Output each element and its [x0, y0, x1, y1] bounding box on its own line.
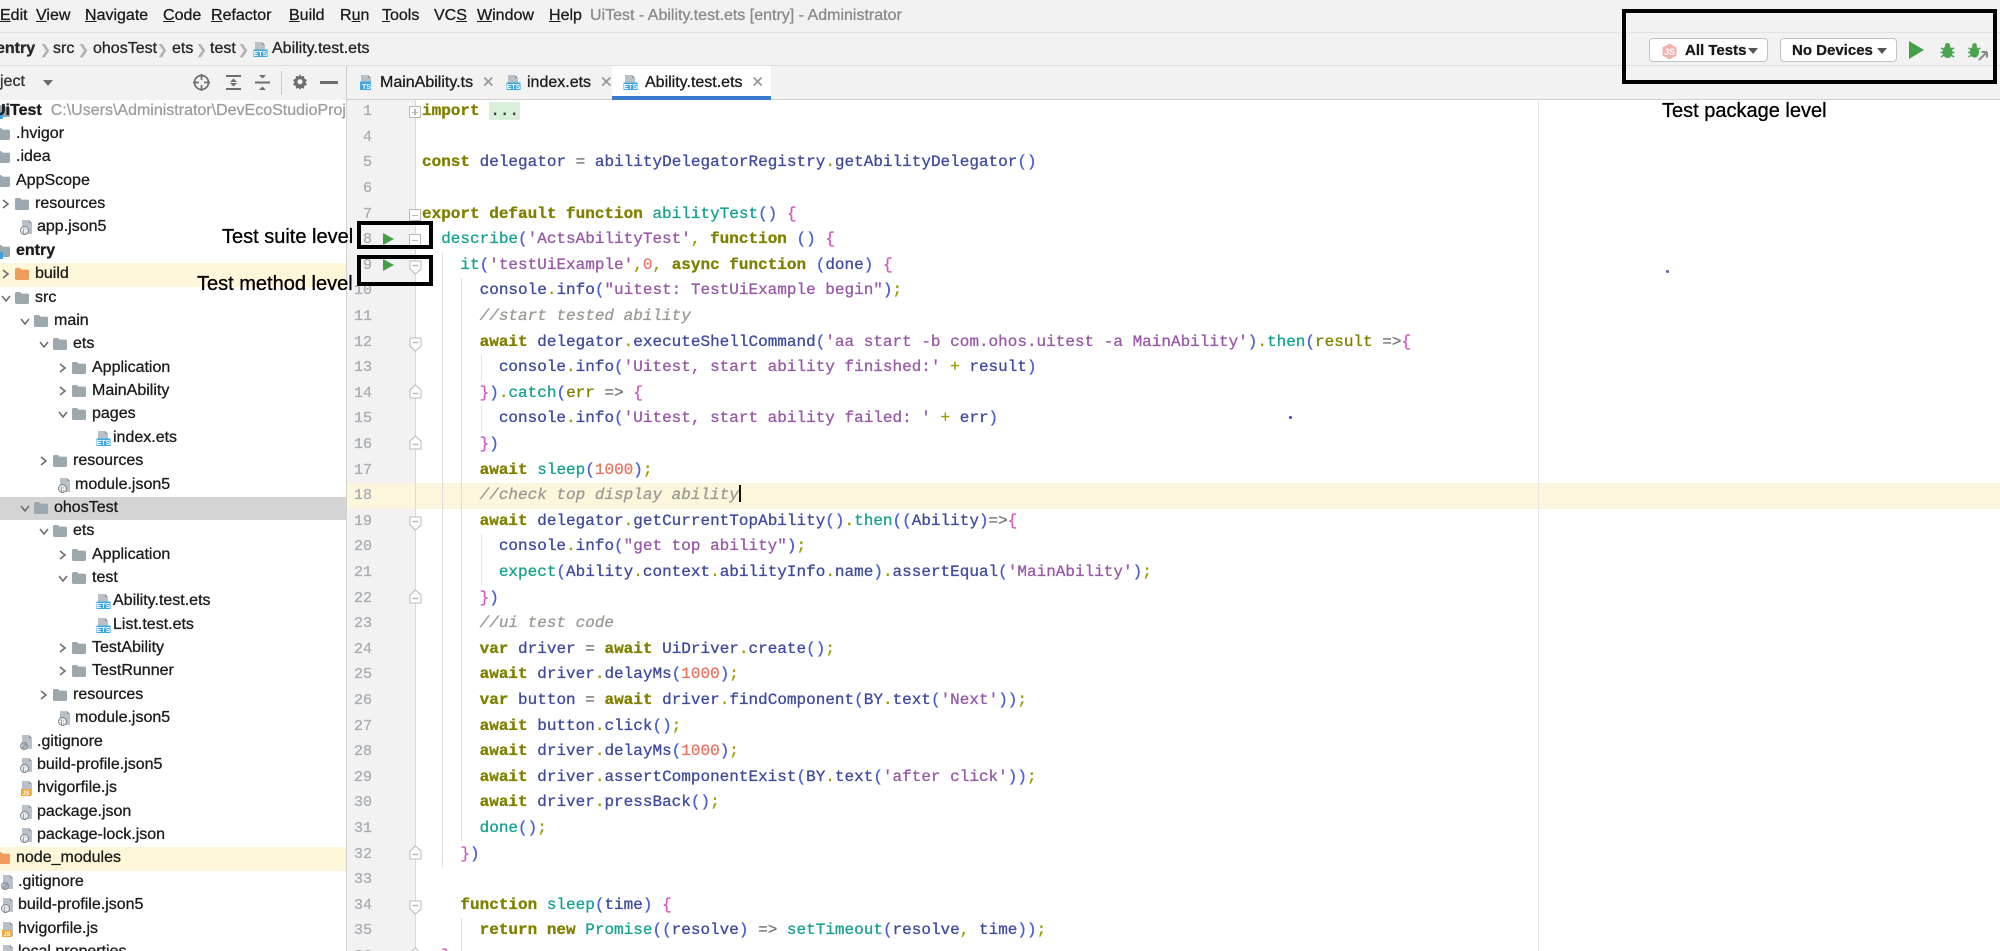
- svg-text:JS: JS: [1664, 47, 1675, 57]
- svg-text:TS: TS: [362, 84, 371, 90]
- svg-text:ETS: ETS: [97, 440, 111, 446]
- svg-text:{;: {;: [61, 486, 65, 493]
- svg-text:ETS: ETS: [624, 84, 638, 90]
- svg-text:{;: {;: [23, 836, 27, 843]
- svg-text:ETS: ETS: [507, 84, 521, 90]
- svg-text:JS: JS: [3, 932, 10, 937]
- svg-text:ETS: ETS: [97, 603, 111, 609]
- svg-text:JS: JS: [22, 791, 29, 796]
- svg-text:{;: {;: [61, 719, 65, 726]
- svg-text:ETS: ETS: [254, 51, 268, 57]
- svg-text:ETS: ETS: [97, 627, 111, 633]
- svg-text:{;: {;: [4, 906, 8, 913]
- svg-text:{;: {;: [23, 228, 27, 235]
- svg-text:{;: {;: [23, 813, 27, 820]
- svg-text:{;: {;: [23, 766, 27, 773]
